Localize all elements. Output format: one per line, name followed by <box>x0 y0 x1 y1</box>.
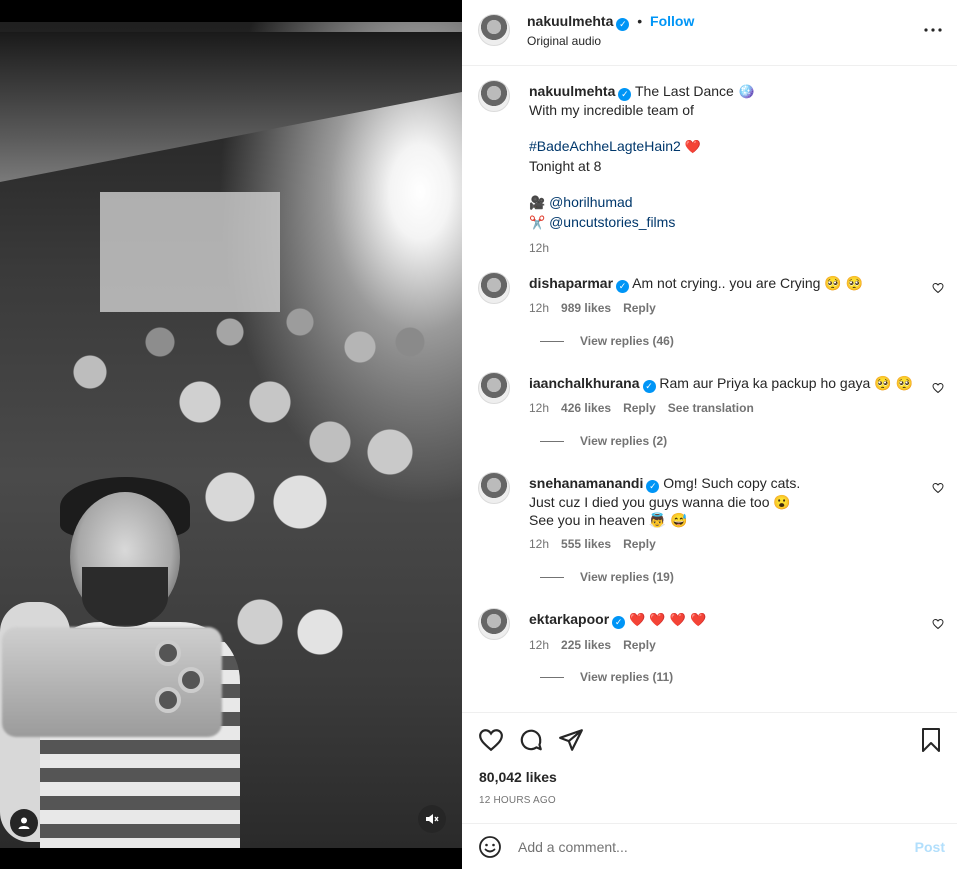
comment-icon[interactable] <box>518 727 544 756</box>
comment-time[interactable]: 12h <box>529 537 549 551</box>
comment-username[interactable]: ektarkapoor <box>529 611 609 627</box>
caption-time: 12h <box>529 241 550 255</box>
comment-input[interactable]: Add a comment... <box>518 839 898 855</box>
verified-icon: ✓ <box>616 280 630 293</box>
post-photo <box>0 22 462 848</box>
comment-text: Omg! Such copy cats. <box>663 475 801 491</box>
comment-username[interactable]: iaanchalkhurana <box>529 375 640 391</box>
caption-line2: With my incredible team of <box>529 102 694 118</box>
verified-icon: ✓ <box>618 88 632 101</box>
avatar[interactable] <box>478 14 510 46</box>
username[interactable]: nakuulmehta <box>527 13 613 29</box>
comment-text: Am not crying.. you are Crying 🥺 🥺 <box>632 275 864 291</box>
add-comment-bar: Add a comment... Post <box>462 823 957 869</box>
reply-button[interactable]: Reply <box>623 301 656 315</box>
comment-likes[interactable]: 989 likes <box>561 301 611 315</box>
comment-text: Ram aur Priya ka packup ho gaya 🥺 🥺 <box>659 375 913 391</box>
heart-emoji: ❤️ <box>684 140 701 155</box>
view-replies-button[interactable]: View replies (11) <box>540 670 673 684</box>
mention-link[interactable]: @horilhumad <box>549 194 632 210</box>
more-options-icon[interactable] <box>923 22 943 38</box>
caption-username[interactable]: nakuulmehta <box>529 83 615 99</box>
avatar[interactable] <box>478 272 510 304</box>
send-icon[interactable] <box>558 727 584 756</box>
post-header: nakuulmehta ✓ • Follow Original audio <box>462 0 957 66</box>
audio-label[interactable]: Original audio <box>527 34 601 48</box>
post-time[interactable]: 12 HOURS AGO <box>479 795 556 806</box>
comment-username[interactable]: snehanamanandi <box>529 475 643 491</box>
comment-heart-icon[interactable] <box>932 282 944 297</box>
hashtag-link[interactable]: #BadeAchheLagteHain2 <box>529 138 681 154</box>
speaker-muted-icon[interactable] <box>418 805 446 833</box>
reply-button[interactable]: Reply <box>623 638 656 652</box>
post-media[interactable] <box>0 0 462 869</box>
caption-line4: Tonight at 8 <box>529 158 602 174</box>
view-replies-button[interactable]: View replies (2) <box>540 434 667 448</box>
mention-link[interactable]: @uncutstories_films <box>549 214 675 230</box>
comment-text-line3: See you in heaven 👼 😅 <box>529 512 688 528</box>
verified-icon: ✓ <box>616 18 630 31</box>
post-button[interactable]: Post <box>915 839 945 855</box>
heart-icon[interactable] <box>478 727 504 756</box>
post-panel: nakuulmehta ✓ • Follow Original audio nak… <box>462 0 957 869</box>
comment-likes[interactable]: 555 likes <box>561 537 611 551</box>
see-translation-button[interactable]: See translation <box>668 401 754 415</box>
camera-emoji: 🎥 <box>529 196 546 211</box>
view-replies-button[interactable]: View replies (46) <box>540 334 674 348</box>
verified-icon: ✓ <box>642 380 656 393</box>
avatar[interactable] <box>478 372 510 404</box>
emoji-icon[interactable] <box>478 835 502 862</box>
reply-button[interactable]: Reply <box>623 401 656 415</box>
avatar[interactable] <box>478 472 510 504</box>
likes-count[interactable]: 80,042 likes <box>479 769 557 785</box>
comment-heart-icon[interactable] <box>932 382 944 397</box>
comment-heart-icon[interactable] <box>932 618 944 633</box>
verified-icon: ✓ <box>612 616 626 629</box>
avatar[interactable] <box>478 608 510 640</box>
comment-time[interactable]: 12h <box>529 401 549 415</box>
comment-time[interactable]: 12h <box>529 301 549 315</box>
separator-dot: • <box>637 13 643 29</box>
follow-button[interactable]: Follow <box>650 13 694 29</box>
bookmark-icon[interactable] <box>919 727 943 756</box>
post-actions: 80,042 likes 12 HOURS AGO <box>462 712 957 822</box>
comment-likes[interactable]: 426 likes <box>561 401 611 415</box>
comment-heart-icon[interactable] <box>932 482 944 497</box>
avatar[interactable] <box>478 80 510 112</box>
comments-scroll[interactable]: nakuulmehta ✓ The Last Dance 🪩 With my in… <box>462 66 957 712</box>
reply-button[interactable]: Reply <box>623 537 656 551</box>
comment-time[interactable]: 12h <box>529 638 549 652</box>
comment-text: ❤️ ❤️ ❤️ ❤️ <box>629 613 707 628</box>
caption-line1: The Last Dance 🪩 <box>635 83 756 99</box>
comment-username[interactable]: dishaparmar <box>529 275 613 291</box>
comment-likes[interactable]: 225 likes <box>561 638 611 652</box>
person-icon[interactable] <box>10 809 38 837</box>
view-replies-button[interactable]: View replies (19) <box>540 570 674 584</box>
comment-text-line2: Just cuz I died you guys wanna die too 😮 <box>529 494 791 510</box>
verified-icon: ✓ <box>646 480 660 493</box>
scissors-emoji: ✂️ <box>529 216 546 231</box>
